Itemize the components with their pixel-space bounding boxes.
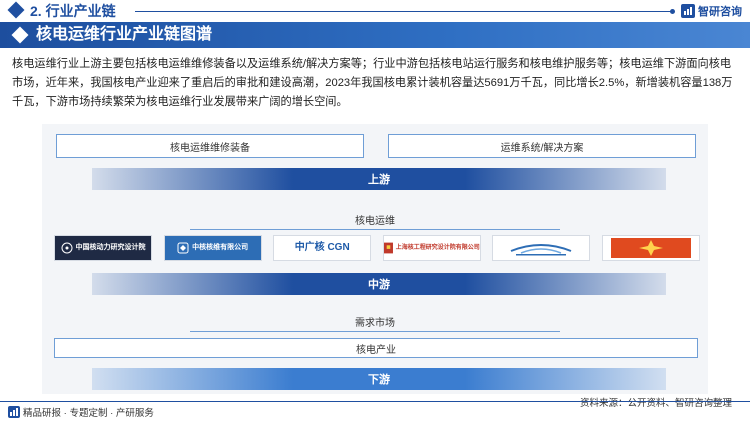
atom-icon	[61, 242, 72, 254]
diamond-icon	[11, 26, 29, 44]
title-banner: 核电运维行业产业链图谱	[0, 22, 750, 48]
section-title: 2. 行业产业链	[30, 3, 116, 19]
page-title: 核电运维行业产业链图谱	[36, 26, 213, 43]
logo-text: 中广核 CGN	[294, 242, 350, 253]
source-note: 资料来源：公开资料、智研咨询整理	[579, 398, 732, 409]
footer-text: 精品研报 · 专题定制 · 产研服务	[23, 408, 154, 419]
logo-spic-sneri: 上海核工程研究设计院有限公司	[382, 235, 481, 261]
brand[interactable]: 智研咨询	[681, 3, 742, 19]
wing-logo-icon	[511, 244, 572, 256]
footer-tagline: 精品研报 · 专题定制 · 产研服务	[8, 405, 154, 419]
top-header: 2. 行业产业链 智研咨询	[0, 0, 750, 22]
midstream-label: 核电运维	[190, 212, 560, 230]
flag-icon	[383, 242, 393, 254]
shield-icon	[177, 242, 189, 254]
star-logo-icon	[610, 238, 691, 258]
brand-logo-icon	[681, 4, 695, 18]
logo-cgn: 中广核 CGN	[273, 235, 372, 261]
upstream-item-solution: 运维系统/解决方案	[388, 134, 696, 158]
logo-red-star	[601, 235, 700, 261]
diamond-icon	[7, 1, 25, 19]
brand-logo-icon	[8, 406, 20, 418]
midstream-band: 中游	[92, 273, 666, 295]
logo-cnnc-tech: 中核核维有限公司	[163, 235, 262, 261]
logo-text: 上海核工程研究设计院有限公司	[395, 245, 480, 251]
logo-cnpri: 中国核动力研究设计院	[54, 235, 152, 261]
logo-blue-wing	[492, 235, 591, 261]
logo-text: 中核核维有限公司	[192, 244, 249, 251]
downstream-band: 下游	[92, 368, 666, 390]
downstream-label: 需求市场	[190, 314, 560, 332]
footer-divider	[0, 401, 750, 402]
company-logo-row: 中国核动力研究设计院 中核核维有限公司 中广核 CGN 上海核工程研究设计院有限…	[54, 235, 700, 261]
intro-paragraph: 核电运维行业上游主要包括核电运维维修装备以及运维系统/解决方案等；行业中游包括核…	[12, 58, 733, 108]
downstream-item-industry: 核电产业	[54, 338, 698, 358]
header-divider	[135, 9, 675, 14]
brand-name: 智研咨询	[698, 6, 742, 18]
upstream-item-equipment: 核电运维维修装备	[56, 134, 364, 158]
upstream-band: 上游	[92, 168, 666, 190]
logo-text: 中国核动力研究设计院	[75, 244, 146, 251]
